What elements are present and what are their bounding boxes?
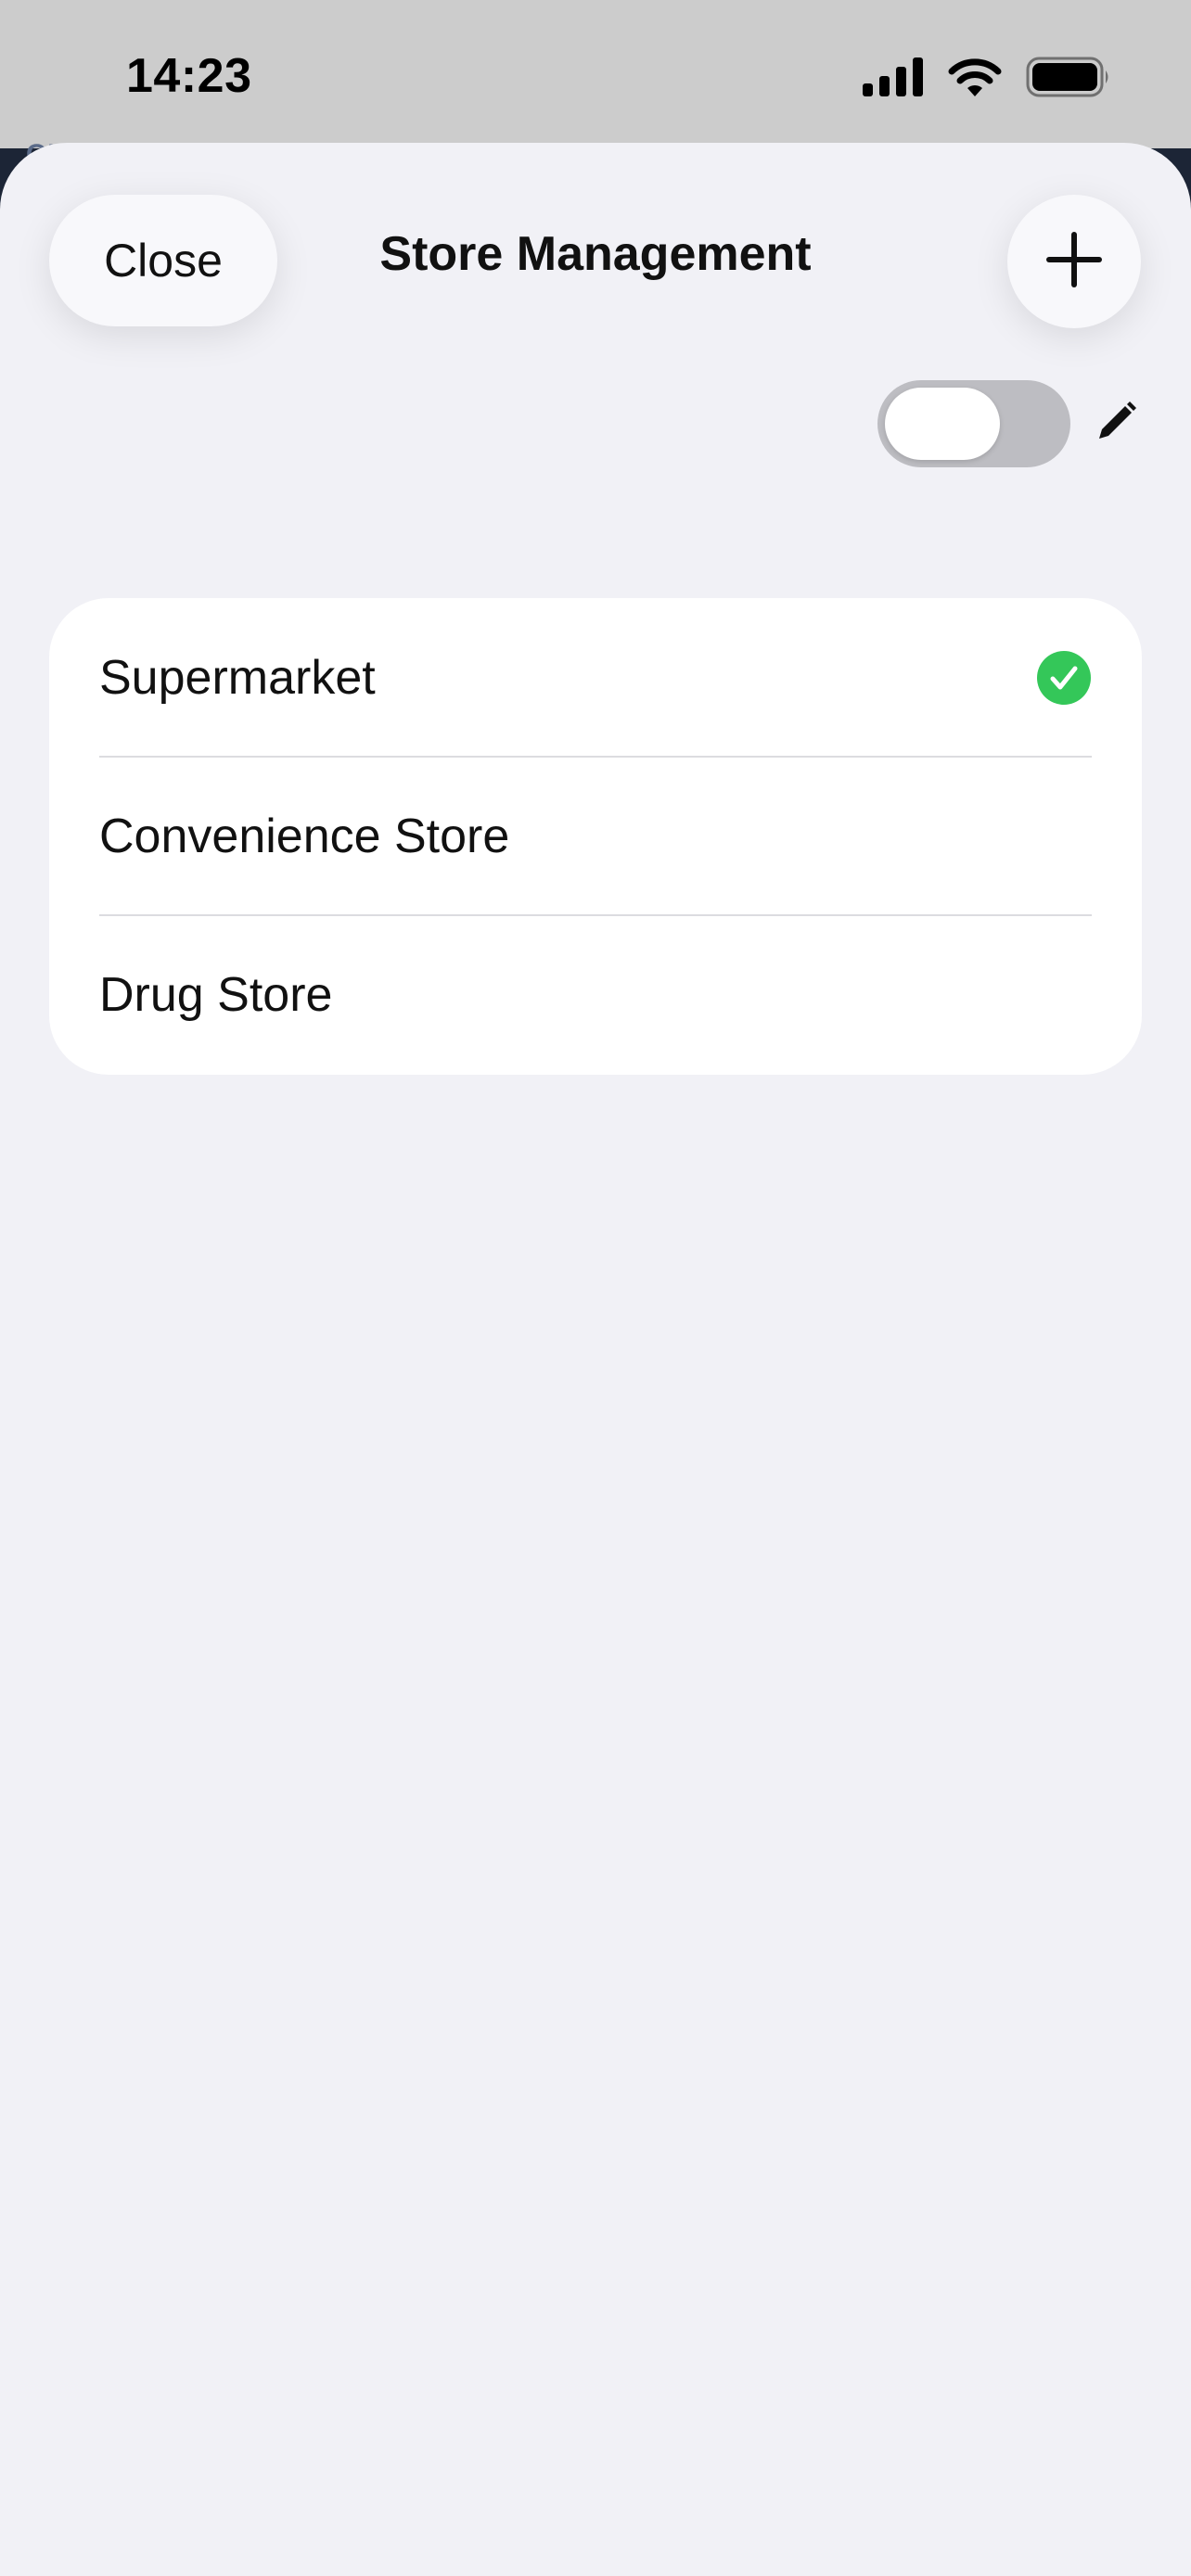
store-name: Drug Store xyxy=(99,967,333,1022)
add-store-button[interactable] xyxy=(1007,195,1141,328)
status-time: 14:23 xyxy=(126,49,252,103)
checkmark-circle-icon xyxy=(1037,650,1091,705)
status-bar: 14:23 xyxy=(0,0,1191,148)
status-icons xyxy=(863,56,1111,102)
pencil-icon xyxy=(1094,400,1138,449)
store-list: Supermarket Convenience Store Drug Store xyxy=(49,598,1142,1075)
edit-button[interactable] xyxy=(1091,399,1141,449)
list-item-convenience-store[interactable]: Convenience Store xyxy=(49,757,1142,915)
store-name: Supermarket xyxy=(99,650,376,705)
store-management-sheet: Close Store Management Supermarket Conve… xyxy=(0,143,1191,2576)
battery-icon xyxy=(1026,57,1111,102)
toggle-knob xyxy=(885,388,1000,460)
list-item-supermarket[interactable]: Supermarket xyxy=(49,598,1142,757)
edit-mode-toggle[interactable] xyxy=(877,380,1070,467)
list-item-drug-store[interactable]: Drug Store xyxy=(49,915,1142,1074)
cellular-signal-icon xyxy=(863,57,924,101)
wifi-icon xyxy=(948,57,1002,101)
plus-icon xyxy=(1045,231,1103,293)
store-name: Convenience Store xyxy=(99,809,510,863)
